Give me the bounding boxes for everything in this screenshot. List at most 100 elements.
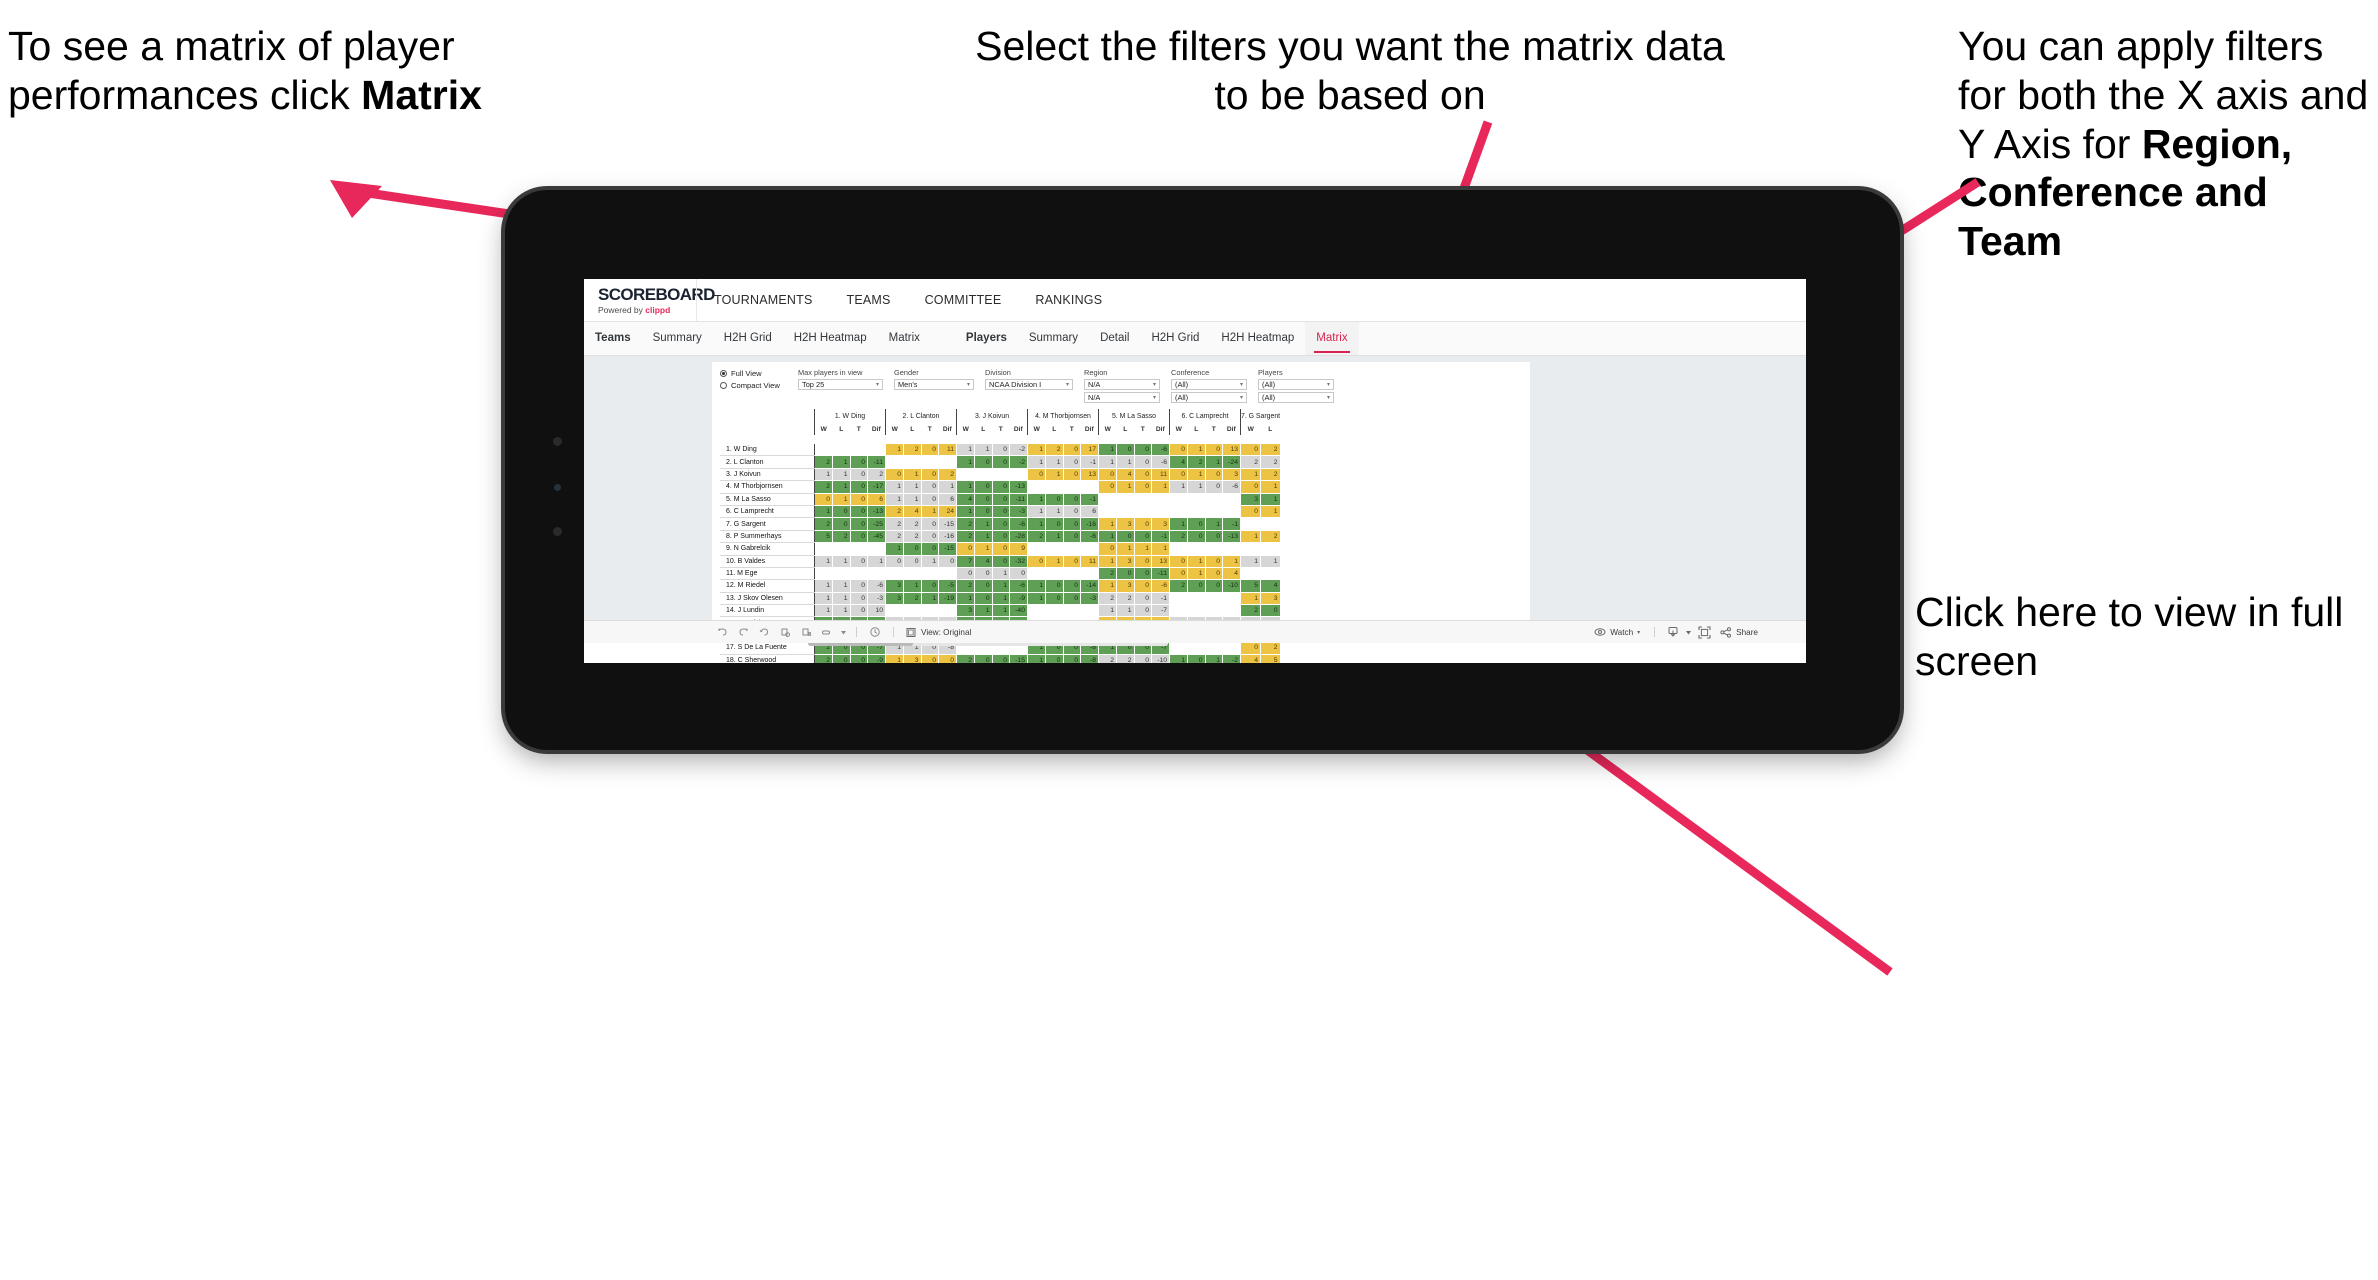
matrix-cell[interactable]: 2: [903, 444, 922, 457]
matrix-cell[interactable]: 7: [956, 555, 975, 568]
matrix-cell[interactable]: 0: [938, 654, 957, 663]
matrix-cell[interactable]: 0: [921, 493, 939, 506]
matrix-cell[interactable]: 0: [921, 542, 939, 556]
matrix-cell[interactable]: 0: [974, 493, 993, 506]
matrix-cell[interactable]: 0: [1063, 493, 1081, 506]
radio-full-view[interactable]: Full View: [720, 368, 798, 379]
matrix-cell[interactable]: [1116, 493, 1135, 506]
matrix-cell[interactable]: -8: [1080, 654, 1099, 663]
undo-icon[interactable]: [712, 623, 732, 641]
matrix-cell[interactable]: [814, 567, 833, 581]
matrix-cell[interactable]: [1098, 505, 1117, 519]
matrix-cell[interactable]: 2: [956, 654, 975, 663]
matrix-cell[interactable]: [1205, 641, 1223, 655]
matrix-cell[interactable]: -3: [867, 592, 886, 606]
matrix-cell[interactable]: -16: [1080, 517, 1099, 531]
matrix-cell[interactable]: 1: [1098, 555, 1117, 568]
matrix-cell[interactable]: 0: [1045, 579, 1064, 593]
matrix-cell[interactable]: 0: [992, 555, 1010, 568]
matrix-cell[interactable]: 1: [885, 444, 904, 457]
matrix-cell[interactable]: 0: [1205, 579, 1223, 593]
matrix-cell[interactable]: 1: [1045, 505, 1064, 519]
matrix-cell[interactable]: 1: [1260, 555, 1281, 568]
matrix-cell[interactable]: 0: [992, 493, 1010, 506]
matrix-cell[interactable]: 1: [814, 555, 833, 568]
matrix-cell[interactable]: -3: [1009, 505, 1028, 519]
filter-region-select-x[interactable]: N/A ▾: [1084, 379, 1160, 390]
highlight-icon[interactable]: [817, 623, 837, 641]
matrix-cell[interactable]: 1: [867, 555, 886, 568]
matrix-cell[interactable]: -32: [1009, 555, 1028, 568]
matrix-cell[interactable]: -1: [1080, 493, 1099, 506]
refresh-icon[interactable]: [775, 623, 795, 641]
matrix-cell[interactable]: 3: [903, 654, 922, 663]
matrix-cell[interactable]: 0: [1098, 468, 1117, 482]
matrix-cell[interactable]: 0: [1116, 567, 1135, 581]
matrix-cell[interactable]: 1: [956, 592, 975, 606]
matrix-cell[interactable]: 0: [1187, 654, 1206, 663]
matrix-cell[interactable]: 0: [992, 530, 1010, 544]
matrix-cell[interactable]: 1: [974, 530, 993, 544]
matrix-cell[interactable]: 1: [1187, 480, 1206, 494]
matrix-cell[interactable]: [1045, 542, 1064, 556]
matrix-cell[interactable]: [938, 604, 957, 618]
matrix-cell[interactable]: 0: [850, 455, 868, 469]
download-icon[interactable]: [1665, 623, 1681, 641]
matrix-cell[interactable]: -10: [1222, 579, 1241, 593]
matrix-cell[interactable]: 1: [974, 604, 993, 618]
matrix-cell[interactable]: -6: [1222, 480, 1241, 494]
matrix-cell[interactable]: [992, 468, 1010, 482]
matrix-cell[interactable]: [1027, 567, 1046, 581]
matrix-cell[interactable]: 1: [1098, 455, 1117, 469]
matrix-cell[interactable]: 17: [1080, 444, 1099, 457]
matrix-cell[interactable]: 0: [1187, 517, 1206, 531]
matrix-cell[interactable]: 0: [1187, 579, 1206, 593]
matrix-cell[interactable]: 0: [1063, 530, 1081, 544]
matrix-cell[interactable]: 0: [921, 579, 939, 593]
matrix-cell[interactable]: 0: [850, 579, 868, 593]
matrix-cell[interactable]: [832, 444, 851, 457]
nav-item-teams[interactable]: TEAMS: [830, 279, 908, 321]
matrix-cell[interactable]: 3: [1116, 555, 1135, 568]
chevron-down-icon[interactable]: [1684, 623, 1692, 641]
matrix-cell[interactable]: 5: [814, 530, 833, 544]
matrix-cell[interactable]: 0: [956, 567, 975, 581]
matrix-cell[interactable]: 2: [814, 517, 833, 531]
matrix-cell[interactable]: 1: [1098, 517, 1117, 531]
matrix-cell[interactable]: -1: [1151, 530, 1170, 544]
matrix-cell[interactable]: 0: [1063, 592, 1081, 606]
matrix-cell[interactable]: [1169, 592, 1188, 606]
matrix-cell[interactable]: 0: [903, 542, 922, 556]
tab-teams-h2h-heatmap[interactable]: H2H Heatmap: [783, 322, 878, 355]
matrix-cell[interactable]: [1063, 567, 1081, 581]
matrix-cell[interactable]: -17: [867, 480, 886, 494]
matrix-cell[interactable]: 1: [974, 517, 993, 531]
matrix-cell[interactable]: 0: [1063, 505, 1081, 519]
matrix-cell[interactable]: [814, 542, 833, 556]
matrix-cell[interactable]: 0: [1027, 555, 1046, 568]
matrix-cell[interactable]: 1: [1098, 530, 1117, 544]
matrix-cell[interactable]: [832, 567, 851, 581]
matrix-cell[interactable]: 1: [903, 579, 922, 593]
matrix-cell[interactable]: [903, 455, 922, 469]
matrix-cell[interactable]: 0: [992, 480, 1010, 494]
matrix-cell[interactable]: 1: [992, 604, 1010, 618]
matrix-cell[interactable]: -9: [1009, 592, 1028, 606]
matrix-cell[interactable]: [1187, 493, 1206, 506]
matrix-cell[interactable]: 9: [1009, 542, 1028, 556]
matrix-cell[interactable]: -3: [1080, 592, 1099, 606]
matrix-cell[interactable]: 13: [1222, 444, 1241, 457]
matrix-cell[interactable]: -10: [1151, 654, 1170, 663]
matrix-cell[interactable]: 0: [921, 444, 939, 457]
matrix-cell[interactable]: 1: [1239, 530, 1262, 544]
matrix-cell[interactable]: 1: [1205, 517, 1223, 531]
matrix-cell[interactable]: 0: [850, 530, 868, 544]
matrix-cell[interactable]: 2: [1187, 455, 1206, 469]
fullscreen-icon[interactable]: [1695, 623, 1713, 641]
matrix-cell[interactable]: 2: [814, 480, 833, 494]
matrix-cell[interactable]: [1169, 641, 1188, 655]
matrix-cell[interactable]: 0: [832, 505, 851, 519]
matrix-cell[interactable]: 0: [832, 517, 851, 531]
matrix-cell[interactable]: -2: [1009, 444, 1028, 457]
filter-gender-select[interactable]: Men's ▾: [894, 379, 974, 390]
